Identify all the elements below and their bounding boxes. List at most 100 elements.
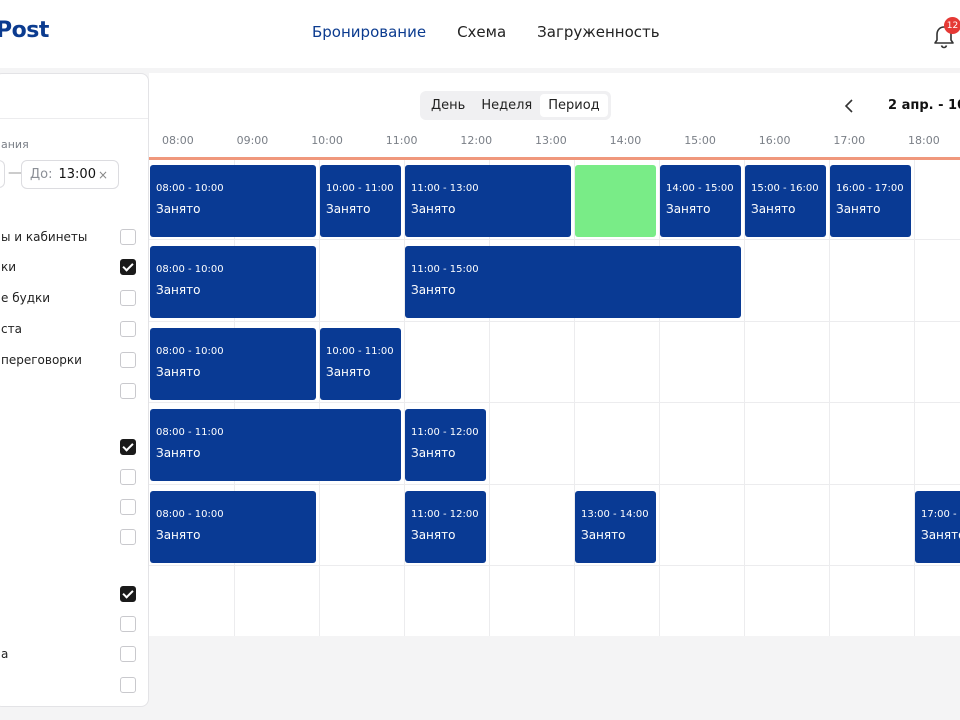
filter-option-label: переговорки: [1, 353, 82, 367]
filter-checkbox[interactable]: [120, 229, 136, 245]
booking-status: Занято: [156, 283, 201, 298]
booking-block[interactable]: 11:00 - 12:00 Занято: [405, 409, 486, 482]
time-tick: 12:00: [460, 134, 493, 147]
filter-checkbox[interactable]: [120, 290, 136, 306]
booking-block[interactable]: 08:00 - 10:00 Занято: [150, 246, 316, 319]
chevron-left-icon[interactable]: [843, 97, 857, 115]
filter-sidebar: ания — До: 13:00 × ы и кабинеты ки е будки…: [0, 73, 149, 707]
grid-row-line: [149, 565, 960, 566]
booking-time: 08:00 - 10:00: [156, 508, 224, 520]
filter-checkbox[interactable]: [120, 439, 136, 455]
nav-occupancy[interactable]: Загруженность: [537, 23, 659, 41]
filter-checkbox[interactable]: [120, 499, 136, 515]
view-week-button[interactable]: Неделя: [473, 94, 540, 117]
notification-badge: 12: [944, 17, 960, 34]
time-tick: 16:00: [758, 134, 791, 147]
booking-status: Занято: [156, 202, 201, 216]
view-day-button[interactable]: День: [423, 94, 473, 117]
booking-status: Занято: [411, 283, 456, 298]
nav-booking[interactable]: Бронирование: [312, 23, 426, 41]
booking-time: 11:00 - 15:00: [411, 264, 479, 276]
booking-block[interactable]: 16:00 - 17:00 Занято: [830, 165, 911, 237]
booking-time: 11:00 - 12:00: [411, 427, 479, 439]
booking-block[interactable]: 11:00 - 15:00 Занято: [405, 246, 741, 319]
booking-time: 11:00 - 13:00: [411, 183, 479, 194]
filter-option-label: ста: [1, 322, 22, 336]
time-tick: 13:00: [535, 134, 567, 147]
sidebar-divider: [0, 118, 148, 119]
booking-status: Занято: [411, 202, 456, 216]
time-tick: 08:00: [162, 134, 194, 147]
timeline-grid: 08:00 - 10:00 Занято 10:00 - 11:00 Занято 11…: [149, 160, 960, 636]
booking-block[interactable]: 11:00 - 13:00 Занято: [405, 165, 571, 237]
filter-checkbox[interactable]: [120, 616, 136, 632]
view-period-button[interactable]: Период: [540, 94, 608, 117]
booking-time: 15:00 - 16:00: [751, 183, 819, 194]
filter-checkbox[interactable]: [120, 529, 136, 545]
time-to-value: 13:00: [58, 167, 96, 182]
booking-calendar: День Неделя Период 2 апр. - 10 а 08:00 09…: [149, 73, 960, 636]
booking-block[interactable]: 08:00 - 10:00 Занято: [150, 165, 316, 237]
top-header: Post Бронирование Схема Загруженность 12: [0, 0, 960, 68]
booking-time: 08:00 - 10:00: [156, 264, 224, 276]
grid-row-line: [149, 320, 960, 322]
clear-icon[interactable]: ×: [98, 168, 108, 182]
booking-block[interactable]: 08:00 - 10:00 Занято: [150, 490, 316, 563]
booking-time: 10:00 - 11:00: [326, 345, 394, 357]
filter-checkbox[interactable]: [120, 352, 136, 368]
booking-time: 08:00 - 11:00: [156, 427, 224, 439]
filter-checkbox[interactable]: [120, 677, 136, 693]
time-tick: 09:00: [236, 134, 269, 147]
filter-option-label: а: [1, 647, 9, 661]
booking-block[interactable]: 11:00 - 12:00 Занято: [405, 490, 486, 563]
free-slot[interactable]: [575, 165, 656, 237]
booking-status: Занято: [411, 527, 456, 542]
time-tick: 14:00: [609, 134, 642, 147]
time-tick: 11:00: [385, 134, 418, 147]
booking-time: 13:00 - 14:00: [581, 508, 649, 520]
booking-time: 11:00 - 12:00: [411, 508, 479, 520]
filter-checkbox[interactable]: [120, 259, 136, 275]
booking-status: Занято: [581, 527, 626, 542]
booking-status: Занято: [156, 446, 201, 461]
booking-status: Занято: [666, 202, 711, 216]
filter-option-label: ки: [1, 260, 17, 274]
booking-status: Занято: [411, 446, 456, 461]
booking-time: 08:00 - 10:00: [156, 183, 224, 194]
filter-checkbox[interactable]: [120, 586, 136, 602]
filter-checkbox[interactable]: [120, 383, 136, 399]
booking-time-label: ания: [1, 138, 29, 151]
booking-time: 14:00 - 15:00: [666, 183, 734, 194]
booking-block[interactable]: 17:00 - 18:00 Занято: [915, 490, 960, 563]
booking-block[interactable]: 10:00 - 11:00 Занято: [320, 327, 401, 400]
logo[interactable]: Post: [0, 18, 49, 43]
booking-block[interactable]: 14:00 - 15:00 Занято: [660, 165, 741, 237]
time-tick: 17:00: [833, 134, 866, 147]
time-to-field[interactable]: До: 13:00 ×: [21, 160, 119, 189]
booking-block[interactable]: 10:00 - 11:00 Занято: [320, 165, 401, 237]
nav-scheme[interactable]: Схема: [457, 23, 506, 41]
booking-status: Занято: [751, 202, 796, 216]
filter-option-label: е будки: [1, 291, 51, 305]
booking-status: Занято: [836, 202, 881, 216]
booking-block[interactable]: 08:00 - 10:00 Занято: [150, 327, 316, 400]
time-tick: 10:00: [311, 134, 343, 147]
filter-checkbox[interactable]: [120, 321, 136, 337]
booking-block[interactable]: 08:00 - 11:00 Занято: [150, 409, 401, 482]
booking-time: 16:00 - 17:00: [836, 183, 904, 194]
booking-block[interactable]: 15:00 - 16:00 Занято: [745, 165, 826, 237]
booking-status: Занято: [156, 527, 201, 542]
time-from-field[interactable]: [0, 160, 5, 188]
filter-checkbox[interactable]: [120, 646, 136, 662]
filter-checkbox[interactable]: [120, 469, 136, 485]
time-tick: 18:00: [908, 134, 940, 147]
view-switcher: День Неделя Период: [420, 91, 611, 120]
time-to-label: До:: [30, 167, 53, 182]
booking-status: Занято: [921, 527, 960, 542]
date-range: 2 апр. - 10 а: [888, 98, 960, 113]
grid-row-line: [149, 402, 960, 404]
booking-block[interactable]: 13:00 - 14:00 Занято: [575, 490, 656, 563]
filter-option-label: ы и кабинеты: [1, 230, 88, 244]
grid-row-line: [149, 239, 960, 241]
booking-time: 10:00 - 11:00: [326, 183, 394, 194]
